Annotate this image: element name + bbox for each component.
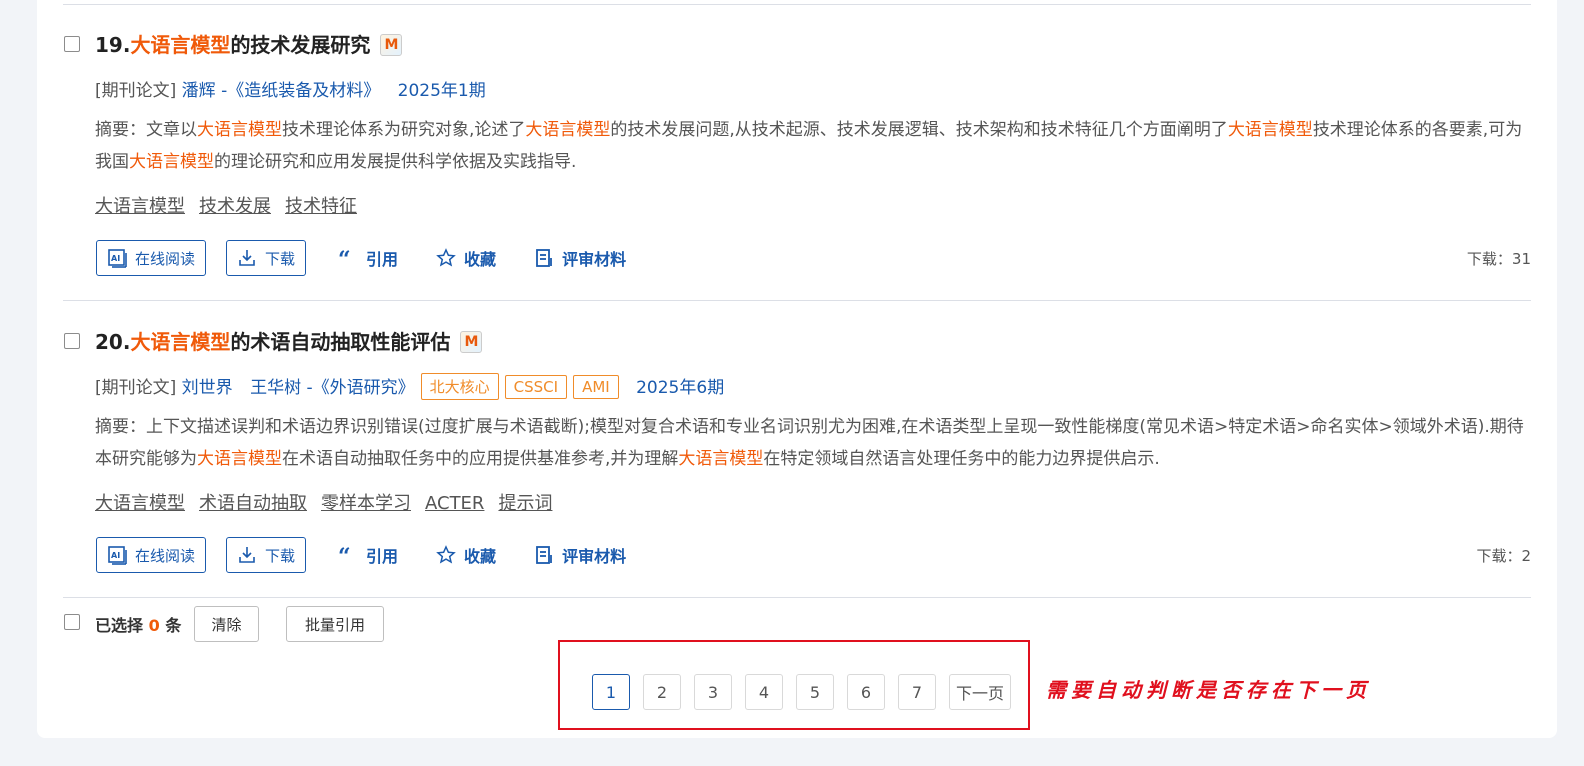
result-actions: AI 在线阅读 下载 “ 引用 收藏 评审材料 (96, 536, 652, 574)
next-page-button[interactable]: 下一页 (949, 674, 1012, 710)
result-title[interactable]: 19.大语言模型的技术发展研究 M (95, 29, 403, 58)
result-title[interactable]: 20.大语言模型的术语自动抽取性能评估 M (95, 326, 483, 355)
ai-read-icon: AI (108, 546, 127, 565)
result-abstract: 摘要：上下文描述误判和术语边界识别错误(过度扩展与术语截断);模型对复合术语和专… (95, 411, 1531, 475)
review-material-button[interactable]: 评审材料 (534, 543, 626, 567)
download-icon (239, 250, 255, 266)
keywords: 大语言模型 技术发展 技术特征 (95, 192, 371, 218)
divider (63, 597, 1531, 598)
svg-text:AI: AI (111, 551, 120, 560)
cite-button[interactable]: “ 引用 (338, 543, 398, 567)
abstract-text: 在术语自动抽取任务中的应用提供基准参考,并为理解 (282, 449, 679, 469)
pagination: 1 2 3 4 5 6 7 下一页 (592, 674, 1024, 710)
read-online-button[interactable]: AI 在线阅读 (96, 240, 207, 276)
index-tag: AMI (573, 375, 619, 399)
abstract-highlight: 大语言模型 (525, 120, 611, 140)
abstract-text: 摘要：文章以 (95, 120, 197, 140)
svg-text:“: “ (338, 545, 351, 565)
keyword-link[interactable]: 大语言模型 (95, 493, 185, 514)
doc-type: [期刊论文] (95, 81, 177, 101)
abstract-highlight: 大语言模型 (197, 449, 282, 469)
result-meta: [期刊论文] 潘辉 -《造纸装备及材料》 2025年1期 (95, 76, 486, 101)
quote-icon: “ (338, 248, 351, 268)
page-button-4[interactable]: 4 (745, 674, 783, 710)
batch-cite-button[interactable]: 批量引用 (286, 606, 384, 642)
m-badge-icon: M (460, 331, 483, 353)
page-button-5[interactable]: 5 (796, 674, 834, 710)
keyword-link[interactable]: 技术发展 (199, 196, 271, 217)
document-list-icon (536, 249, 552, 267)
download-count: 下载：2 (1476, 547, 1531, 565)
author-link[interactable]: 潘辉 (182, 81, 216, 101)
download-button[interactable]: 下载 (226, 240, 307, 276)
quote-icon: “ (338, 545, 351, 565)
abstract-text: 技术理论体系为研究对象,论述了 (282, 120, 526, 140)
author-link[interactable]: 刘世界 (182, 378, 233, 398)
page-button-1[interactable]: 1 (592, 674, 630, 710)
star-icon (436, 248, 456, 267)
issue-link[interactable]: 2025年1期 (398, 81, 486, 101)
annotation-note: 需要自动判断是否存在下一页 (1046, 678, 1371, 702)
index-tag: 北大核心 (420, 373, 499, 400)
svg-text:AI: AI (111, 254, 120, 263)
abstract-highlight: 大语言模型 (1227, 120, 1313, 140)
result-abstract: 摘要：文章以大语言模型技术理论体系为研究对象,论述了大语言模型的技术发展问题,从… (95, 114, 1531, 178)
abstract-highlight: 大语言模型 (197, 120, 282, 140)
m-badge-icon: M (380, 34, 403, 56)
select-all-checkbox[interactable] (64, 614, 80, 630)
keyword-link[interactable]: 术语自动抽取 (199, 493, 307, 514)
result-actions: AI 在线阅读 下载 “ 引用 收藏 评审材料 (96, 239, 652, 277)
abstract-text: 在特定领域自然语言处理任务中的能力边界提供启示. (763, 449, 1160, 469)
abstract-text: 的技术发展问题,从技术起源、技术发展逻辑、技术架构和技术特征几个方面阐明了 (610, 120, 1228, 140)
abstract-text: 的理论研究和应用发展提供科学依据及实践指导. (214, 152, 577, 172)
document-list-icon (536, 546, 552, 564)
doc-type: [期刊论文] (95, 378, 177, 398)
result-meta: [期刊论文] 刘世界 王华树 -《外语研究》 北大核心 CSSCI AMI 2025年… (95, 373, 724, 400)
author-link[interactable]: 王华树 (250, 378, 301, 398)
page-button-2[interactable]: 2 (643, 674, 681, 710)
cite-button[interactable]: “ 引用 (338, 246, 398, 270)
page-button-7[interactable]: 7 (898, 674, 936, 710)
favorite-button[interactable]: 收藏 (436, 246, 496, 270)
divider (63, 300, 1531, 301)
keyword-link[interactable]: 提示词 (498, 493, 552, 514)
keyword-link[interactable]: ACTER (425, 493, 484, 514)
result-checkbox[interactable] (64, 333, 80, 349)
download-button[interactable]: 下载 (226, 537, 307, 573)
svg-text:“: “ (338, 248, 351, 268)
source-link[interactable]: -《造纸装备及材料》 (221, 81, 380, 101)
review-material-button[interactable]: 评审材料 (534, 246, 626, 270)
star-icon (436, 545, 456, 564)
issue-link[interactable]: 2025年6期 (636, 378, 724, 398)
selected-count-label: 已选择 0 条 (95, 616, 182, 635)
ai-read-icon: AI (108, 249, 127, 268)
result-checkbox[interactable] (64, 36, 80, 52)
results-card (37, 0, 1557, 738)
keywords: 大语言模型 术语自动抽取 零样本学习 ACTER 提示词 (95, 489, 566, 515)
source-link[interactable]: -《外语研究》 (306, 378, 414, 398)
index-tag: CSSCI (504, 375, 568, 399)
download-icon (239, 547, 255, 563)
keyword-link[interactable]: 技术特征 (285, 196, 357, 217)
favorite-button[interactable]: 收藏 (436, 543, 496, 567)
abstract-highlight: 大语言模型 (129, 152, 214, 172)
page-button-6[interactable]: 6 (847, 674, 885, 710)
download-count: 下载：31 (1466, 250, 1531, 268)
page-button-3[interactable]: 3 (694, 674, 732, 710)
keyword-link[interactable]: 零样本学习 (321, 493, 411, 514)
read-online-button[interactable]: AI 在线阅读 (96, 537, 207, 573)
abstract-highlight: 大语言模型 (678, 449, 764, 469)
clear-button[interactable]: 清除 (194, 606, 259, 642)
divider (63, 4, 1531, 5)
keyword-link[interactable]: 大语言模型 (95, 196, 185, 217)
